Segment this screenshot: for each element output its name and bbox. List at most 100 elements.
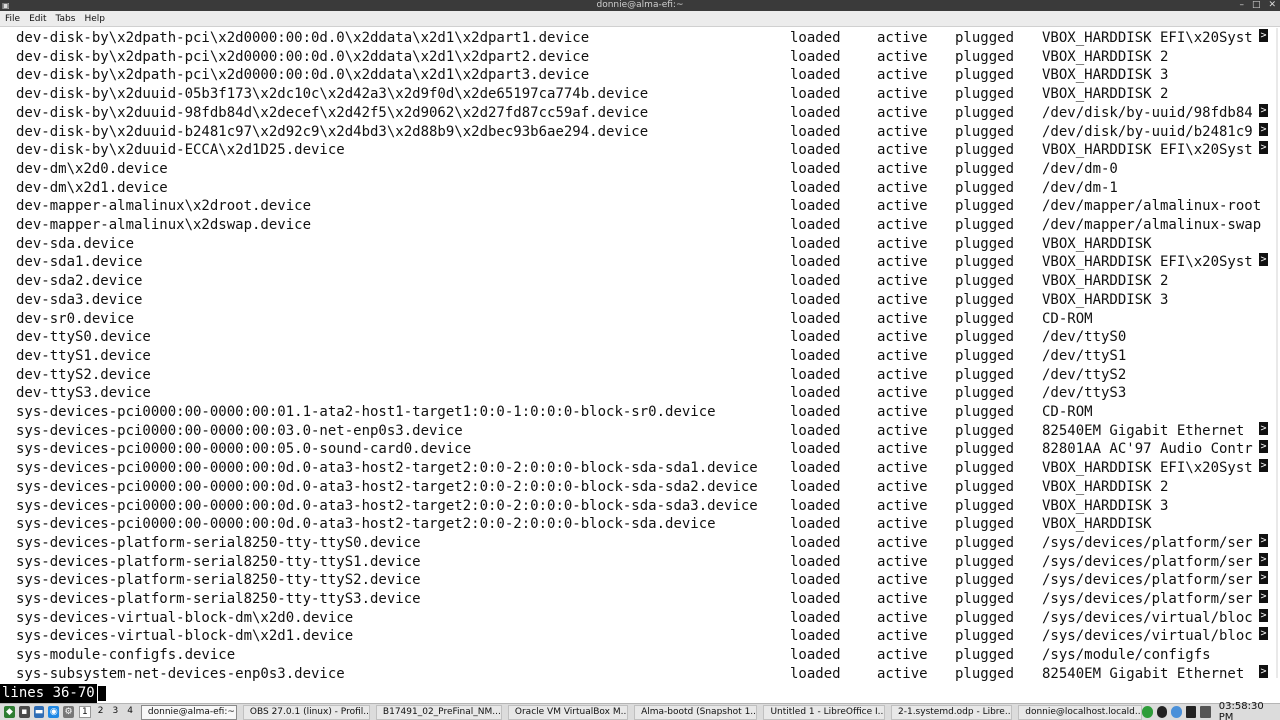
unit-name: sys-devices-platform-serial8250-tty-ttyS… <box>16 572 421 589</box>
active-state: active <box>877 497 928 514</box>
start-menu-icon[interactable]: ◆ <box>4 706 15 718</box>
active-state: active <box>877 609 928 626</box>
unit-name: sys-module-configfs.device <box>16 647 236 664</box>
unit-description: VBOX_HARDDISK EFI\x20Syst <box>1042 30 1253 46</box>
active-state: active <box>877 591 928 607</box>
unit-name: sys-devices-platform-serial8250-tty-ttyS… <box>16 534 421 551</box>
active-state: active <box>877 160 928 177</box>
terminal-scrollbar[interactable] <box>1276 28 1278 678</box>
sub-state: plugged <box>955 347 1015 364</box>
truncation-marker: > <box>1259 533 1268 547</box>
desktop-4[interactable]: 4 <box>125 706 135 718</box>
truncation-marker: > <box>1259 590 1268 603</box>
unit-description: VBOX_HARDDISK EFI\x20Syst <box>1042 460 1253 477</box>
sub-state: plugged <box>955 572 1015 589</box>
load-state: loaded <box>790 404 841 420</box>
load-state: loaded <box>790 665 841 682</box>
unit-description: 82801AA AC'97 Audio Contr <box>1042 441 1253 458</box>
sub-state: plugged <box>955 366 1015 383</box>
bluetooth-icon[interactable] <box>1171 706 1182 718</box>
sub-state: plugged <box>955 478 1015 495</box>
desktop-3[interactable]: 3 <box>110 706 120 718</box>
menu-file[interactable]: File <box>1 14 24 24</box>
network-icon[interactable] <box>1141 706 1153 718</box>
unit-name: sys-subsystem-net-devices-enp0s3.device <box>16 665 345 682</box>
load-state: loaded <box>790 160 841 177</box>
sub-state: plugged <box>955 516 1015 533</box>
app-tray-icon[interactable] <box>1156 706 1168 718</box>
unit-row: dev-disk-by\x2dpath-pci\x2d0000:00:0d.0\… <box>0 29 1280 48</box>
unit-name: sys-devices-pci0000:00-0000:00:0d.0-ata3… <box>16 460 758 477</box>
window-title: donnie@alma-efi:~ <box>596 0 684 10</box>
settings-icon[interactable]: ⚙ <box>63 706 74 718</box>
unit-description: VBOX_HARDDISK <box>1042 516 1152 533</box>
active-state: active <box>877 142 928 159</box>
close-icon[interactable]: ✕ <box>1268 0 1276 11</box>
active-state: active <box>877 273 928 290</box>
sub-state: plugged <box>955 273 1015 290</box>
unit-row: sys-devices-pci0000:00-0000:00:0d.0-ata3… <box>0 515 1280 534</box>
unit-row: dev-ttyS2.device loaded active plugged/dev/… <box>0 366 1280 385</box>
taskbar-task[interactable]: OBS 27.0.1 (linux) - Profil... <box>242 704 370 720</box>
unit-row: dev-sda.device loaded active plugged VBOX_HA… <box>0 235 1280 254</box>
truncation-marker: > <box>1259 141 1268 155</box>
unit-name: sys-devices-pci0000:00-0000:00:0d.0-ata3… <box>16 516 716 533</box>
sub-state: plugged <box>955 460 1015 477</box>
load-state: loaded <box>790 235 841 252</box>
active-state: active <box>877 48 928 65</box>
display-icon[interactable] <box>1185 706 1197 718</box>
minimize-icon[interactable]: – <box>1239 0 1244 11</box>
volume-icon[interactable] <box>1200 706 1211 718</box>
truncation-marker: > <box>1259 421 1268 435</box>
active-state: active <box>877 67 928 84</box>
taskbar-task[interactable]: Untitled 1 - LibreOffice I... <box>763 704 885 720</box>
unit-row: sys-devices-pci0000:00-0000:00:0d.0-ata3… <box>0 459 1280 478</box>
window-titlebar[interactable]: ▣ donnie@alma-efi:~ – □ ✕ <box>0 0 1280 11</box>
truncation-marker: > <box>1259 664 1268 678</box>
desktop-1[interactable]: 1 <box>78 706 91 718</box>
sub-state: plugged <box>955 123 1015 140</box>
taskbar-task[interactable]: donnie@localhost.locald... <box>1018 704 1142 720</box>
taskbar-task-label: donnie@alma-efi:~ <box>147 707 235 717</box>
unit-row: dev-ttyS3.device loaded active plugged/dev/… <box>0 384 1280 403</box>
sub-state: plugged <box>955 591 1015 607</box>
unit-description: /dev/dm-1 <box>1042 179 1118 196</box>
file-manager-icon[interactable]: ▬ <box>33 706 45 718</box>
load-state: loaded <box>790 628 841 645</box>
taskbar-task[interactable]: Oracle VM VirtualBox M... <box>507 704 629 720</box>
active-state: active <box>877 516 928 533</box>
menu-edit[interactable]: Edit <box>25 14 50 24</box>
active-state: active <box>877 422 928 439</box>
active-state: active <box>877 460 928 477</box>
active-state: active <box>877 30 928 46</box>
taskbar-task[interactable]: 2-1.systemd.odp - Libre... <box>891 704 1013 720</box>
sub-state: plugged <box>955 235 1015 252</box>
taskbar-task[interactable]: donnie@alma-efi:~ <box>140 704 237 720</box>
unit-row: dev-sda3.device loaded active plugged VBOX_H… <box>0 291 1280 310</box>
unit-description: VBOX_HARDDISK <box>1042 235 1152 252</box>
taskbar-task[interactable]: Alma-bootd (Snapshot 1... <box>634 704 758 720</box>
load-state: loaded <box>790 291 841 308</box>
active-state: active <box>877 366 928 383</box>
menu-tabs[interactable]: Tabs <box>52 14 80 24</box>
truncation-marker: > <box>1259 122 1268 136</box>
terminal-output[interactable]: dev-disk-by\x2dpath-pci\x2d0000:00:0d.0\… <box>0 28 1280 683</box>
desktop-2[interactable]: 2 <box>96 706 106 718</box>
load-state: loaded <box>790 217 841 233</box>
unit-description: /dev/disk/by-uuid/b2481c9 <box>1042 123 1253 140</box>
unit-row: sys-devices-platform-serial8250-tty-ttyS… <box>0 552 1280 572</box>
sub-state: plugged <box>955 553 1015 570</box>
unit-name: dev-ttyS3.device <box>16 385 151 402</box>
terminal-launcher-icon[interactable]: ▪ <box>18 706 30 718</box>
unit-name: dev-mapper-almalinux\x2dswap.device <box>16 217 312 233</box>
load-state: loaded <box>790 198 841 215</box>
sub-state: plugged <box>955 329 1015 346</box>
unit-row: dev-mapper-almalinux\x2droot.device loade… <box>0 197 1280 216</box>
clock[interactable]: 03:58:30 PM <box>1219 701 1274 720</box>
sub-state: plugged <box>955 217 1015 233</box>
menu-help[interactable]: Help <box>80 14 109 24</box>
browser-icon[interactable]: ◉ <box>48 706 60 718</box>
maximize-icon[interactable]: □ <box>1252 0 1261 11</box>
taskbar-task[interactable]: B17491_02_PreFinal_NM.... <box>375 704 502 720</box>
unit-description: /dev/disk/by-uuid/98fdb84 <box>1042 104 1253 121</box>
